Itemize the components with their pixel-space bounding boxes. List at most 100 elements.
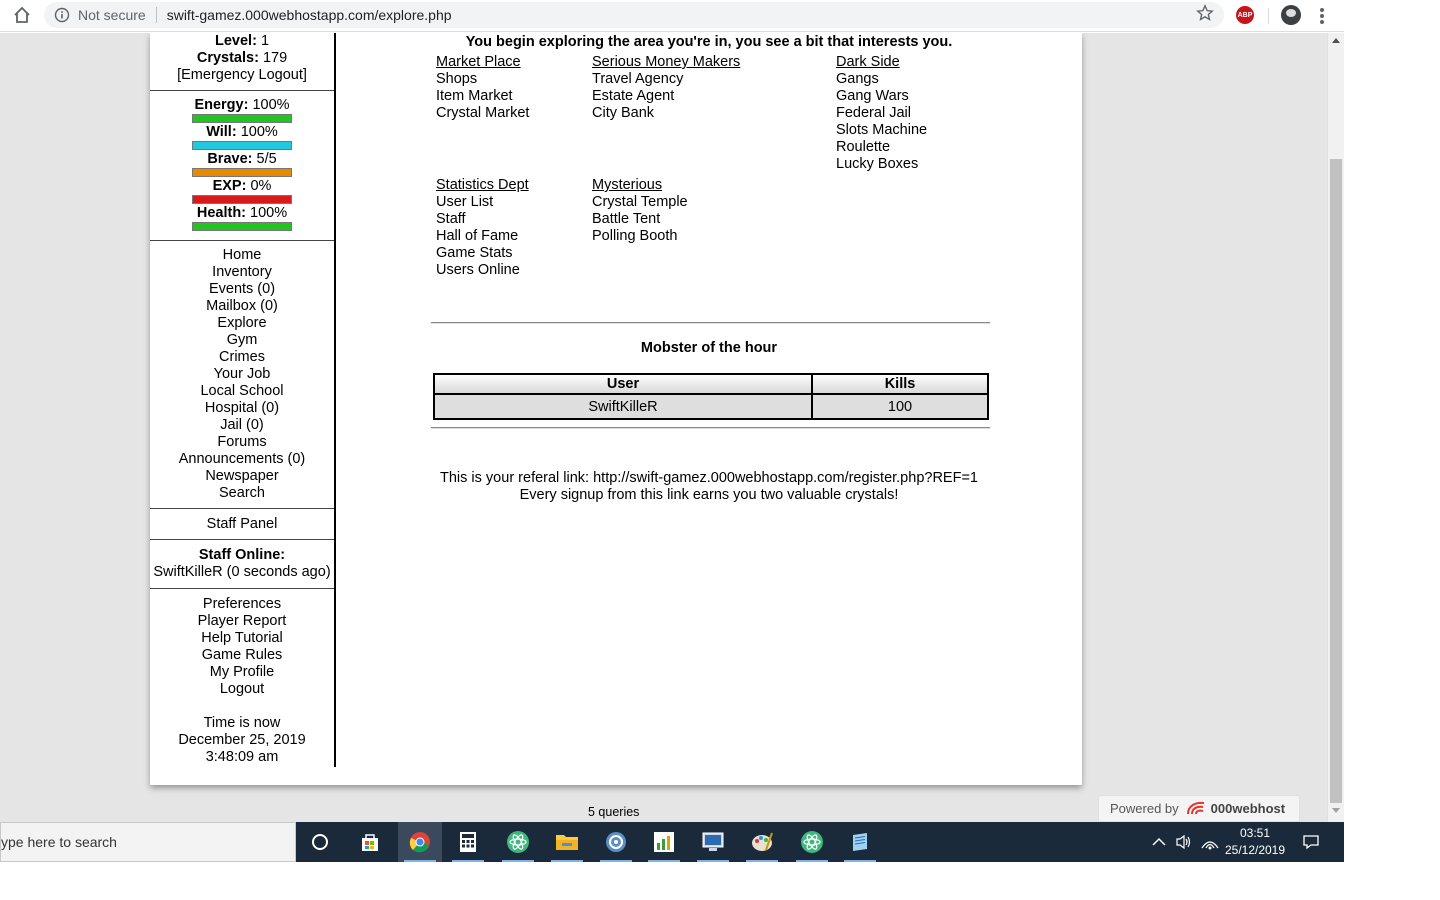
level-label: Level:	[214, 33, 257, 49]
category-title: Mysterious	[592, 177, 663, 193]
remote-desktop-icon[interactable]	[691, 822, 735, 862]
game-container: Level: 1 Crystals: 179 [Emergency Logout…	[150, 33, 1082, 785]
link-staff[interactable]: Staff	[436, 211, 529, 228]
nav-forums[interactable]: Forums	[150, 434, 334, 451]
taskbar-search-input[interactable]: ype here to search	[0, 822, 296, 862]
link-users-online[interactable]: Users Online	[436, 262, 529, 279]
nav-local-school[interactable]: Local School	[150, 383, 334, 400]
nav-events[interactable]: Events (0)	[150, 281, 334, 298]
link-estate-agent[interactable]: Estate Agent	[592, 88, 740, 105]
nav-search[interactable]: Search	[150, 485, 334, 502]
nav-crimes[interactable]: Crimes	[150, 349, 334, 366]
nav-inventory[interactable]: Inventory	[150, 264, 334, 281]
link-slots-machine[interactable]: Slots Machine	[836, 122, 927, 139]
link-shops[interactable]: Shops	[436, 71, 529, 88]
link-hall-of-fame[interactable]: Hall of Fame	[436, 228, 529, 245]
adblock-icon[interactable]: ABP	[1236, 6, 1254, 24]
scroll-down-icon[interactable]	[1328, 808, 1344, 818]
emergency-logout-link[interactable]: [Emergency Logout]	[150, 67, 334, 84]
wifi-icon[interactable]	[1201, 822, 1219, 862]
link-user-list[interactable]: User List	[436, 194, 529, 211]
file-explorer-icon[interactable]	[545, 822, 589, 862]
cortana-icon[interactable]	[298, 822, 342, 862]
nav-explore[interactable]: Explore	[150, 315, 334, 332]
cell-kills: 100	[811, 393, 989, 420]
page-viewport: Level: 1 Crystals: 179 [Emergency Logout…	[0, 33, 1327, 822]
category-statistics: Statistics Dept User List Staff Hall of …	[436, 177, 529, 279]
health-bar-row: Health: 100%	[150, 205, 334, 232]
link-gangs[interactable]: Gangs	[836, 71, 927, 88]
link-gang-wars[interactable]: Gang Wars	[836, 88, 927, 105]
nav-hospital[interactable]: Hospital (0)	[150, 400, 334, 417]
scroll-thumb[interactable]	[1330, 159, 1342, 803]
category-market-place: Market Place Shops Item Market Crystal M…	[436, 54, 529, 122]
info-icon[interactable]	[54, 7, 70, 23]
link-game-stats[interactable]: Game Stats	[436, 245, 529, 262]
action-center-icon[interactable]	[1302, 822, 1320, 862]
category-title: Serious Money Makers	[592, 54, 741, 70]
kebab-menu-icon[interactable]	[1314, 6, 1330, 26]
brave-label: Brave:	[207, 151, 253, 167]
brave-bar	[192, 168, 292, 177]
link-travel-agency[interactable]: Travel Agency	[592, 71, 740, 88]
account-links: Preferences Player Report Help Tutorial …	[150, 589, 334, 766]
column-header-user: User	[433, 373, 813, 395]
player-report-link[interactable]: Player Report	[150, 613, 334, 630]
link-federal-jail[interactable]: Federal Jail	[836, 105, 927, 122]
referral-link[interactable]: This is your referal link: http://swift-…	[336, 470, 1082, 487]
home-icon[interactable]	[10, 4, 34, 26]
url-text[interactable]: swift-gamez.000webhostapp.com/explore.ph…	[167, 7, 452, 23]
volume-icon[interactable]	[1175, 822, 1193, 862]
game-rules-link[interactable]: Game Rules	[150, 647, 334, 664]
link-battle-tent[interactable]: Battle Tent	[592, 211, 688, 228]
settings-app-icon[interactable]	[594, 822, 638, 862]
calculator-icon[interactable]	[446, 822, 490, 862]
logout-link[interactable]: Logout	[150, 681, 334, 698]
category-dark-side: Dark Side Gangs Gang Wars Federal Jail S…	[836, 54, 927, 173]
bookmark-star-icon[interactable]	[1196, 4, 1326, 27]
help-tutorial-link[interactable]: Help Tutorial	[150, 630, 334, 647]
link-crystal-market[interactable]: Crystal Market	[436, 105, 529, 122]
nav-jail[interactable]: Jail (0)	[150, 417, 334, 434]
nav-your-job[interactable]: Your Job	[150, 366, 334, 383]
tray-expand-icon[interactable]	[1152, 822, 1166, 862]
store-icon[interactable]	[348, 822, 392, 862]
chart-app-icon[interactable]	[642, 822, 686, 862]
paint-icon[interactable]	[740, 822, 784, 862]
staff-online-entry[interactable]: SwiftKilleR (0 seconds ago)	[150, 564, 334, 581]
nav-newspaper[interactable]: Newspaper	[150, 468, 334, 485]
nav-home[interactable]: Home	[150, 247, 334, 264]
atom-editor-icon-2[interactable]	[790, 822, 834, 862]
preferences-link[interactable]: Preferences	[150, 596, 334, 613]
exp-label: EXP:	[212, 178, 247, 194]
atom-editor-icon[interactable]	[496, 822, 540, 862]
link-roulette[interactable]: Roulette	[836, 139, 927, 156]
exp-bar	[192, 195, 292, 204]
profile-avatar-icon[interactable]	[1281, 5, 1301, 25]
will-bar	[192, 141, 292, 150]
powered-by-badge[interactable]: Powered by 000webhost	[1098, 795, 1300, 822]
scroll-up-icon[interactable]	[1328, 37, 1344, 47]
my-profile-link[interactable]: My Profile	[150, 664, 334, 681]
link-crystal-temple[interactable]: Crystal Temple	[592, 194, 688, 211]
energy-label: Energy:	[194, 97, 249, 113]
nav-gym[interactable]: Gym	[150, 332, 334, 349]
cell-user[interactable]: SwiftKilleR	[433, 393, 813, 420]
link-polling-booth[interactable]: Polling Booth	[592, 228, 688, 245]
link-item-market[interactable]: Item Market	[436, 88, 529, 105]
staff-online-label: Staff Online:	[198, 547, 286, 563]
system-clock[interactable]: 03:51 25/12/2019	[1222, 825, 1288, 859]
will-bar-row: Will: 100%	[150, 124, 334, 151]
player-stats: Level: 1 Crystals: 179 [Emergency Logout…	[150, 33, 334, 91]
address-bar[interactable]: Not secure swift-gamez.000webhostapp.com…	[44, 2, 1224, 28]
page-scrollbar[interactable]	[1327, 33, 1344, 822]
staff-panel-link[interactable]: Staff Panel	[207, 516, 278, 532]
chrome-icon[interactable]	[398, 822, 442, 862]
column-header-kills: Kills	[811, 373, 989, 395]
link-lucky-boxes[interactable]: Lucky Boxes	[836, 156, 927, 173]
notepad-icon[interactable]	[838, 822, 882, 862]
nav-mailbox[interactable]: Mailbox (0)	[150, 298, 334, 315]
nav-announcements[interactable]: Announcements (0)	[150, 451, 334, 468]
link-city-bank[interactable]: City Bank	[592, 105, 740, 122]
table-row: SwiftKilleR 100	[433, 393, 989, 420]
